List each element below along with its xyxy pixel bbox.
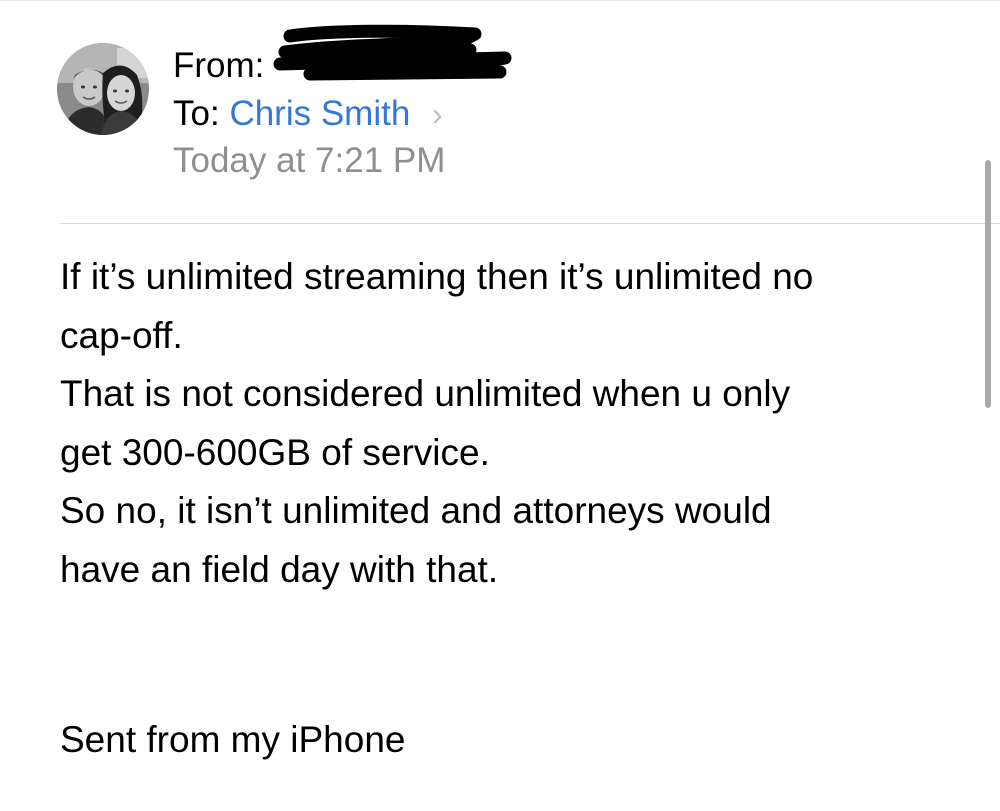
body-line: cap-off. xyxy=(60,314,183,356)
body-line: have an field day with that. xyxy=(60,548,499,590)
chevron-right-icon[interactable]: › xyxy=(432,96,443,132)
body-line: So no, it isn’t unlimited and attorneys … xyxy=(60,490,772,531)
to-row: To: Chris Smith › xyxy=(173,91,445,137)
body-line: If it’s unlimited streaming then it’s un… xyxy=(60,256,814,297)
email-signature: Sent from my iPhone xyxy=(60,719,406,760)
message-date: Today at 7:21 PM xyxy=(173,141,446,180)
top-separator xyxy=(0,0,1000,1)
message-body: If it’s unlimited streaming then it’s un… xyxy=(60,248,960,599)
to-label: To: xyxy=(173,94,220,133)
from-row[interactable]: From: xyxy=(173,24,512,90)
scrollbar[interactable] xyxy=(985,160,991,408)
avatar-photo xyxy=(57,43,149,135)
body-line: That is not considered unlimited when u … xyxy=(60,373,791,414)
message-header: From: To: Chris Smith › Today at 7:21 PM xyxy=(173,24,512,184)
sender-avatar[interactable] xyxy=(57,43,149,135)
from-label: From: xyxy=(173,46,265,85)
recipient-name-link[interactable]: Chris Smith xyxy=(229,94,410,133)
body-line: get 300-600GB of service. xyxy=(60,431,490,473)
header-divider xyxy=(60,223,1000,224)
redaction-scribble xyxy=(273,24,512,81)
